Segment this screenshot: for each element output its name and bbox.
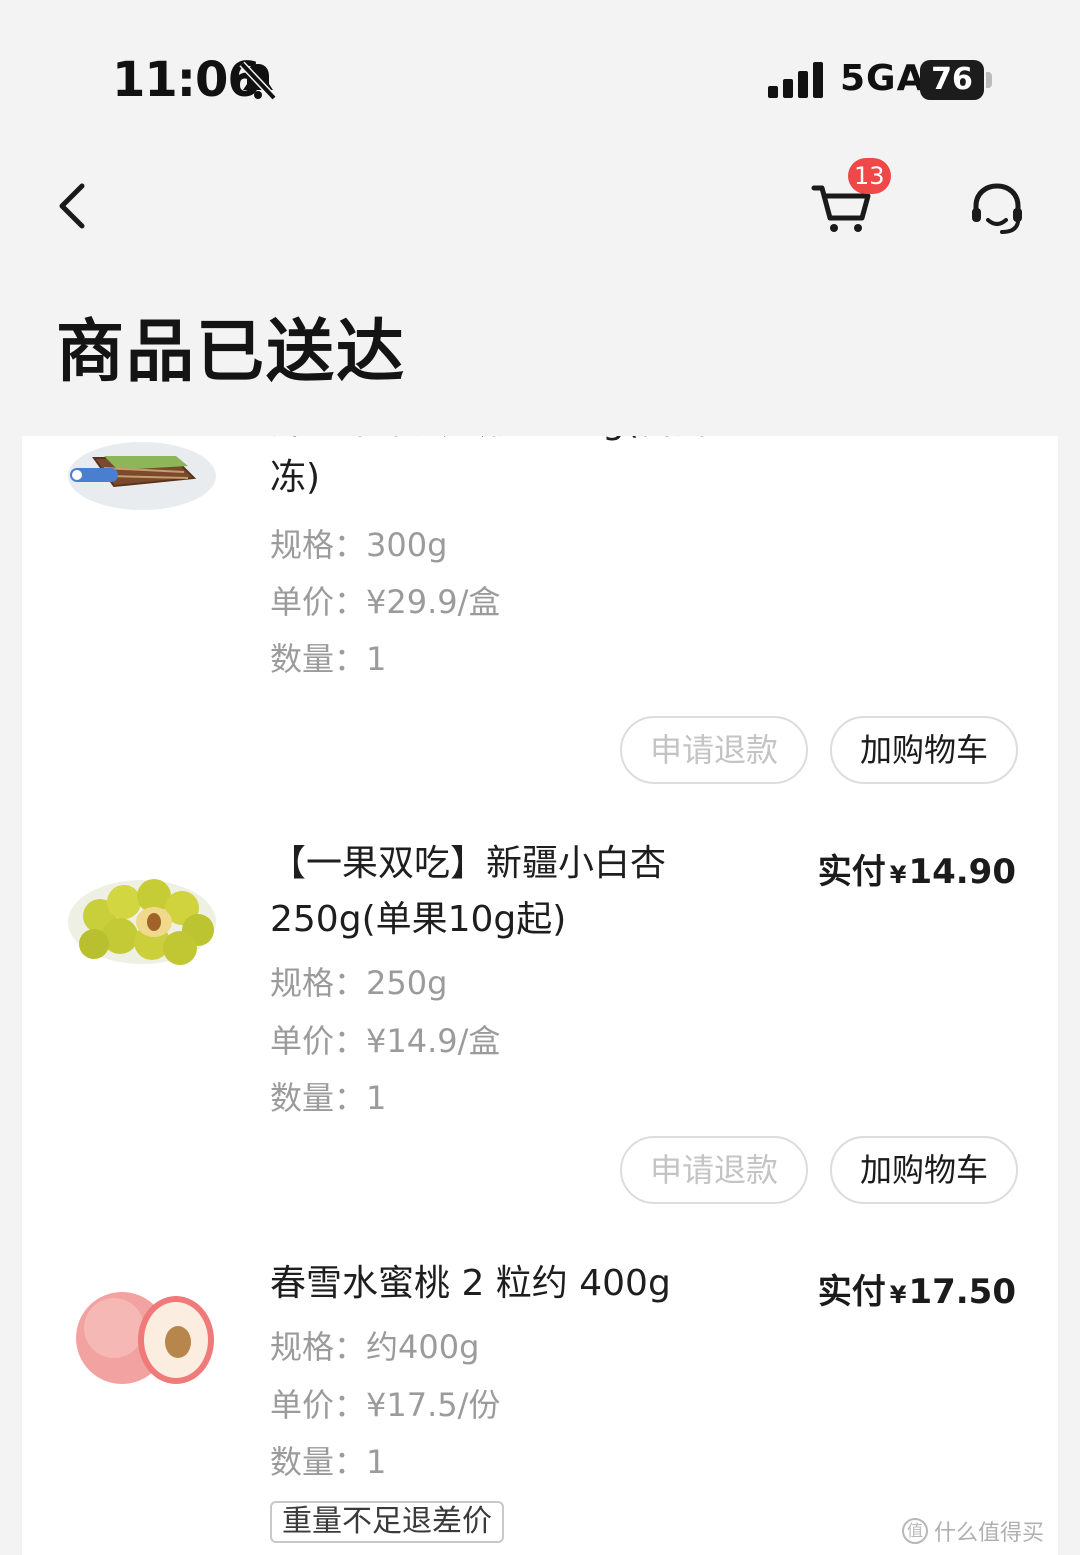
product-name[interactable]: 春雪水蜜桃 2 粒约 400g [270, 1256, 790, 1312]
add-to-cart-button[interactable]: 加购物车 [830, 1136, 1018, 1204]
battery-tip [986, 72, 992, 88]
currency-symbol: ¥ [889, 1281, 907, 1309]
product-name[interactable]: 【一果双吃】新疆小白杏 250g(单果10g起) [270, 836, 740, 948]
customer-service-icon[interactable] [966, 180, 1028, 238]
watermark-logo-icon: 值 [901, 1518, 928, 1544]
cart-count-badge: 13 [848, 158, 891, 194]
product-unit-price: 单价：¥14.9/盒 [270, 1022, 501, 1060]
paid-amount: 实付 ¥17.50 [818, 1264, 1016, 1313]
product-image-peach[interactable] [64, 1278, 220, 1398]
watermark-text: 什么值得买 [933, 1521, 1044, 1546]
weight-refund-tag: 重量不足退差价 [270, 1501, 504, 1543]
order-items-card: 开心果千层蛋糕 300g(需解冻) 规格：300g 单价：¥29.9/盒 数量：… [22, 436, 1058, 1555]
product-quantity: 数量：1 [270, 1079, 387, 1117]
paid-label: 实付 [817, 1272, 886, 1312]
product-spec: 规格：300g [270, 526, 448, 564]
product-image-apricot[interactable] [64, 856, 220, 976]
network-type: 5GA [840, 58, 926, 99]
product-name[interactable]: 开心果千层蛋糕 300g(需解冻) [270, 436, 740, 506]
back-button[interactable] [48, 176, 98, 236]
product-quantity: 数量：1 [270, 640, 387, 678]
paid-value: 14.90 [908, 852, 1016, 892]
paid-value: 17.50 [908, 1272, 1016, 1312]
product-spec: 规格：250g [270, 964, 448, 1002]
product-image-cake[interactable] [64, 436, 220, 518]
signal-icon [768, 62, 823, 98]
product-spec: 规格：约400g [270, 1328, 480, 1366]
product-quantity: 数量：1 [270, 1443, 387, 1481]
status-bar: 11:06 5GA 76 [0, 0, 1080, 160]
refund-button[interactable]: 申请退款 [620, 716, 808, 784]
page-title: 商品已送达 [56, 313, 407, 392]
product-unit-price: 单价：¥17.5/份 [270, 1386, 501, 1424]
add-to-cart-button[interactable]: 加购物车 [830, 716, 1018, 784]
battery-indicator: 76 [920, 60, 984, 100]
paid-label: 实付 [817, 852, 886, 892]
paid-amount: 实付 ¥14.90 [818, 844, 1016, 893]
refund-button[interactable]: 申请退款 [620, 1136, 808, 1204]
product-unit-price: 单价：¥29.9/盒 [270, 583, 501, 621]
watermark: 值 什么值得买 [901, 1515, 1044, 1547]
currency-symbol: ¥ [889, 861, 907, 889]
bell-muted-icon [239, 61, 277, 101]
